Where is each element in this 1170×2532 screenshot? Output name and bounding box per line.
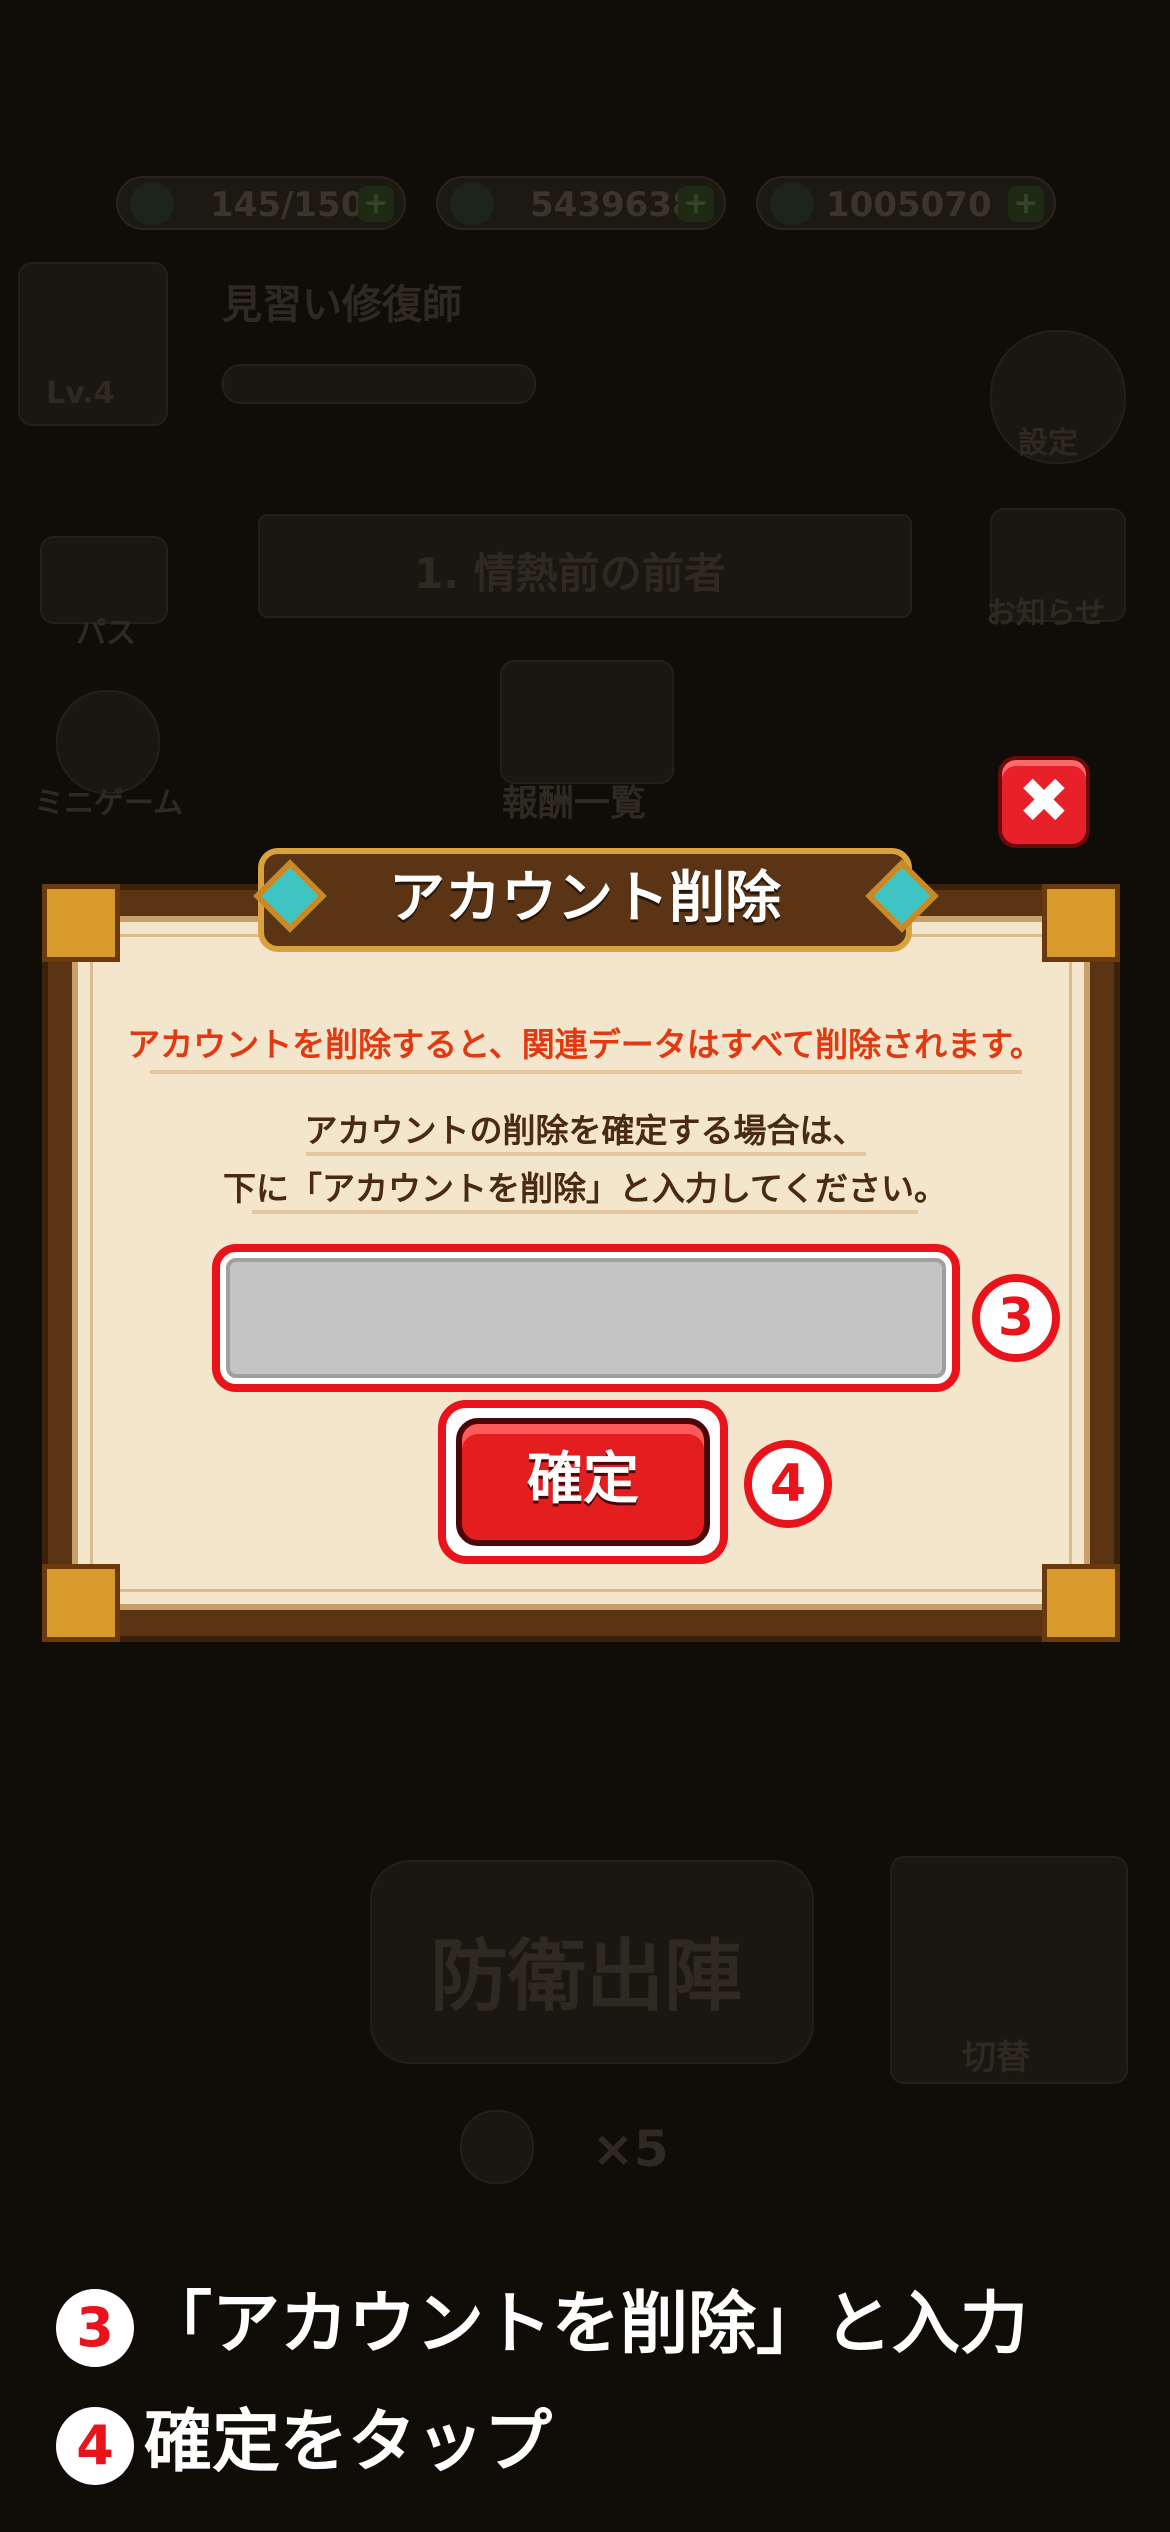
gold-icon <box>450 182 494 226</box>
stamina-counter: 145/150 + <box>116 176 406 230</box>
confirmation-text-input[interactable] <box>226 1258 946 1378</box>
instruction-line-2: 下に「アカウントを削除」と入力してください。 <box>222 1169 948 1208</box>
switch-label: 切替 <box>962 2038 1030 2078</box>
treasure-chest-icon <box>500 660 674 784</box>
stage-title: 1. 情熱前の前者 <box>414 549 726 598</box>
minigame-label: ミニゲーム <box>34 786 184 821</box>
corner-ornament <box>1042 884 1120 962</box>
divider <box>252 1210 918 1214</box>
caption-step-3-text: 「アカウントを削除」と入力 <box>144 2285 1029 2364</box>
add-gold-button: + <box>678 186 714 222</box>
close-button[interactable]: ✖ <box>998 756 1090 848</box>
gold-value: 5439638 <box>530 185 696 225</box>
divider <box>150 1070 1022 1074</box>
clock-icon <box>460 2110 534 2184</box>
news-label: お知らせ <box>986 596 1106 631</box>
settings-label: 設定 <box>1018 426 1078 461</box>
divider <box>306 1152 866 1156</box>
warning-text: アカウントを削除すると、関連データはすべて削除されます。 <box>127 1025 1043 1064</box>
exp-bar <box>222 364 536 404</box>
caption-step-3-number: 3 <box>56 2289 134 2368</box>
gem-value: 1005070 <box>826 185 992 225</box>
gem-icon <box>770 182 814 226</box>
step-3-badge: 3 <box>972 1274 1060 1362</box>
gem-counter: 1005070 + <box>756 176 1056 230</box>
caption-step-4-text: 確定をタップ <box>144 2403 553 2482</box>
defense-label: 防衛出陣 <box>430 1932 743 2022</box>
stamina-icon <box>130 182 174 226</box>
confirm-button[interactable]: 確定 <box>456 1418 710 1546</box>
instruction-line-1: アカウントの削除を確定する場合は、 <box>304 1111 866 1150</box>
add-gem-button: + <box>1008 186 1044 222</box>
dialog-title: アカウント削除 <box>258 848 912 952</box>
player-level: Lv.4 <box>46 376 115 411</box>
caption-step-4: 4 確定をタップ <box>56 2386 553 2486</box>
pass-label: パス <box>76 616 136 651</box>
corner-ornament <box>42 884 120 962</box>
stamina-value: 145/150 <box>210 185 365 225</box>
multiplier-text: ×5 <box>592 2120 669 2178</box>
caption-step-4-number: 4 <box>56 2407 134 2486</box>
add-stamina-button: + <box>358 186 394 222</box>
caption-step-3: 3 「アカウントを削除」と入力 <box>56 2268 1029 2368</box>
player-title: 見習い修復師 <box>222 282 462 328</box>
rewards-label: 報酬一覧 <box>502 783 647 824</box>
gold-counter: 5439638 + <box>436 176 726 230</box>
corner-ornament <box>42 1564 120 1642</box>
step-4-badge: 4 <box>744 1440 832 1528</box>
corner-ornament <box>1042 1564 1120 1642</box>
